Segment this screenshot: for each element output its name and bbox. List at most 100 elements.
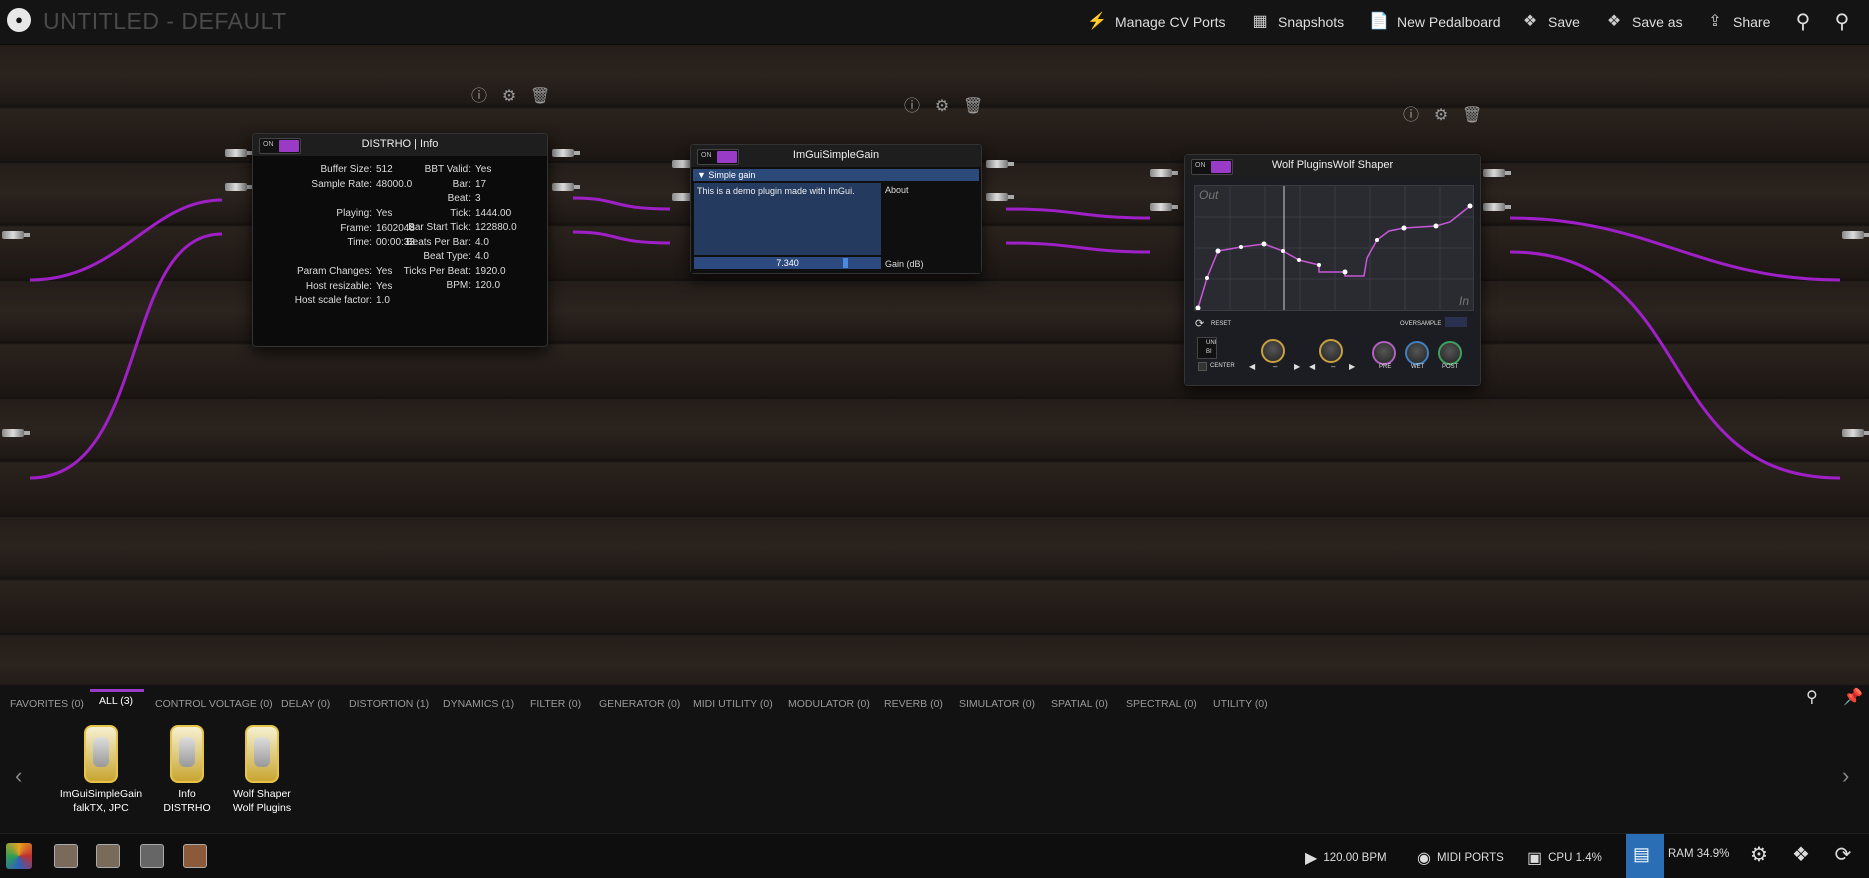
wet-knob[interactable] <box>1405 341 1429 365</box>
gain-output-2-port[interactable] <box>986 193 1014 201</box>
manage-cv-ports-button[interactable]: ⚡ Manage CV Ports <box>1087 10 1225 34</box>
cpu-status[interactable]: ▣ CPU 1.4% <box>1527 848 1602 868</box>
post-knob[interactable] <box>1438 341 1462 365</box>
info-row: Ticks Per Beat: 1920.0 <box>253 266 506 277</box>
bipolar-switch[interactable]: UNI BI <box>1197 337 1217 359</box>
info-input-1-port[interactable] <box>225 149 253 157</box>
left-arrow-icon[interactable]: ◀ <box>1309 362 1315 371</box>
shaper-input-1-port[interactable] <box>1150 169 1178 177</box>
bank-icon[interactable] <box>54 844 78 868</box>
gain-plugin-title: ImGuiSimpleGain <box>792 149 880 161</box>
system-playback-2-port[interactable] <box>1842 429 1869 437</box>
category-tab[interactable]: REVERB (0) <box>884 698 943 710</box>
trash-icon[interactable]: 🗑 <box>963 98 983 116</box>
category-tab[interactable]: FAVORITES (0) <box>10 698 84 710</box>
drive-knob[interactable] <box>1319 339 1343 363</box>
category-tab[interactable]: SPECTRAL (0) <box>1126 698 1197 710</box>
new-pedalboard-button[interactable]: 📄 New Pedalboard <box>1369 10 1500 34</box>
gain-slider[interactable]: 7.340 <box>694 257 881 269</box>
info-plugin[interactable]: ON DISTRHO | Info Buffer Size: 512 Sample … <box>252 133 548 347</box>
info-icon[interactable]: ⓘ <box>1402 107 1420 125</box>
gain-output-1-port[interactable] <box>986 160 1014 168</box>
update-refresh-icon[interactable]: ⟳ <box>1831 843 1855 867</box>
info-icon[interactable]: ⓘ <box>470 88 488 106</box>
shaper-graph[interactable]: Out In <box>1194 185 1474 311</box>
share-button[interactable]: ⇪ Share <box>1705 10 1770 34</box>
system-playback-1-port[interactable] <box>1842 231 1869 239</box>
midi-ports-button[interactable]: ◉ MIDI PORTS <box>1417 848 1504 868</box>
category-tab[interactable]: DYNAMICS (1) <box>443 698 514 710</box>
zoom-out-icon[interactable]: ⚲ <box>1791 10 1815 34</box>
gear-icon[interactable]: ⚙ <box>933 98 951 116</box>
info-row: Host scale factor: 1.0 <box>253 295 390 306</box>
plugin-name: Wolf Shaper <box>233 788 291 800</box>
info-output-2-port[interactable] <box>552 183 580 191</box>
system-capture-2-port[interactable] <box>2 429 30 437</box>
simple-gain-section-header[interactable]: ▼ Simple gain <box>693 169 979 181</box>
trash-icon[interactable]: 🗑 <box>1462 107 1482 125</box>
transport-bpm[interactable]: ▶ 120.00 BPM <box>1305 848 1387 868</box>
shaper-output-2-port[interactable] <box>1483 203 1511 211</box>
category-tab[interactable]: FILTER (0) <box>530 698 581 710</box>
gear-icon[interactable]: ⚙ <box>1432 107 1450 125</box>
pregain-knob[interactable] <box>1261 339 1285 363</box>
gain-plugin[interactable]: ON ImGuiSimpleGain ▼ Simple gain This is… <box>690 144 982 274</box>
trash-icon[interactable]: 🗑 <box>530 88 550 106</box>
save-button[interactable]: ❖ Save <box>1520 10 1580 34</box>
search-icon[interactable]: ⚲ <box>1806 687 1818 707</box>
category-tab[interactable]: MODULATOR (0) <box>788 698 870 710</box>
network-icon[interactable]: ❖ <box>1789 843 1813 867</box>
category-tab[interactable]: MIDI UTILITY (0) <box>693 698 773 710</box>
category-tab[interactable]: DELAY (0) <box>281 698 330 710</box>
chevron-right-icon[interactable]: › <box>1842 763 1849 789</box>
info-icon[interactable]: ⓘ <box>903 98 921 116</box>
shaper-plugin[interactable]: ON Wolf PluginsWolf Shaper Out In ⟳ RESE… <box>1184 154 1481 386</box>
right-arrow-icon[interactable]: ▶ <box>1294 362 1300 371</box>
pin-icon[interactable]: 📌 <box>1843 687 1863 707</box>
gain-value: 7.340 <box>776 258 799 268</box>
gain-slider-grab[interactable] <box>843 258 848 268</box>
browser-plugin-item[interactable]: ImGuiSimpleGain falkTX, JPC <box>56 725 146 815</box>
system-capture-1-port[interactable] <box>2 231 30 239</box>
right-arrow-icon[interactable]: ▶ <box>1349 362 1355 371</box>
ram-status[interactable]: RAM 34.9% <box>1668 848 1729 860</box>
pedalboards-icon[interactable] <box>96 844 120 868</box>
gear-icon[interactable]: ⚙ <box>500 88 518 106</box>
plugin-store-icon[interactable] <box>6 843 32 869</box>
browser-plugin-item[interactable]: Wolf Shaper Wolf Plugins <box>217 725 307 815</box>
reset-icon[interactable]: ⟳ <box>1195 317 1204 330</box>
category-tab[interactable]: CONTROL VOLTAGE (0) <box>155 698 273 710</box>
category-tab[interactable]: GENERATOR (0) <box>599 698 680 710</box>
left-arrow-icon[interactable]: ◀ <box>1249 362 1255 371</box>
category-tab[interactable]: DISTORTION (1) <box>349 698 429 710</box>
info-plugin-header[interactable]: ON DISTRHO | Info <box>253 134 547 156</box>
mod-logo-icon[interactable]: ● <box>7 8 31 32</box>
info-input-2-port[interactable] <box>225 183 253 191</box>
shaper-output-1-port[interactable] <box>1483 169 1511 177</box>
save-as-button[interactable]: ❖ Save as <box>1604 10 1683 34</box>
shaper-plugin-actions: ⓘ ⚙ 🗑 <box>1402 107 1482 125</box>
category-tab[interactable]: SIMULATOR (0) <box>959 698 1035 710</box>
oversample-select[interactable] <box>1445 317 1467 327</box>
file-manager-icon[interactable] <box>140 844 164 868</box>
snapshots-button[interactable]: ▦ Snapshots <box>1250 10 1344 34</box>
info-row: Tick: 1444.00 <box>253 208 511 219</box>
info-output-1-port[interactable] <box>552 149 580 157</box>
center-checkbox[interactable] <box>1198 362 1207 371</box>
zoom-in-icon[interactable]: ⚲ <box>1830 10 1854 34</box>
plugins-icon[interactable] <box>183 844 207 868</box>
category-tab[interactable]: ALL (3) <box>99 695 133 707</box>
reset-button[interactable]: RESET <box>1211 321 1231 327</box>
gain-plugin-header[interactable]: ON ImGuiSimpleGain <box>691 145 981 167</box>
pedalboard-canvas[interactable]: ⓘ ⚙ 🗑 ON DISTRHO | Info Buffer Size: 512 S… <box>0 45 1869 685</box>
category-tab[interactable]: UTILITY (0) <box>1213 698 1268 710</box>
graph-curve <box>1195 186 1473 310</box>
description-text: This is a demo plugin made with ImGui. <box>694 183 881 255</box>
shaper-plugin-header[interactable]: ON Wolf PluginsWolf Shaper <box>1185 155 1480 177</box>
shaper-input-2-port[interactable] <box>1150 203 1178 211</box>
chevron-left-icon[interactable]: ‹ <box>15 763 22 789</box>
settings-gear-icon[interactable]: ⚙ <box>1747 843 1771 867</box>
pre-knob[interactable] <box>1372 341 1396 365</box>
post-label: POST <box>1442 364 1459 370</box>
category-tab[interactable]: SPATIAL (0) <box>1051 698 1108 710</box>
